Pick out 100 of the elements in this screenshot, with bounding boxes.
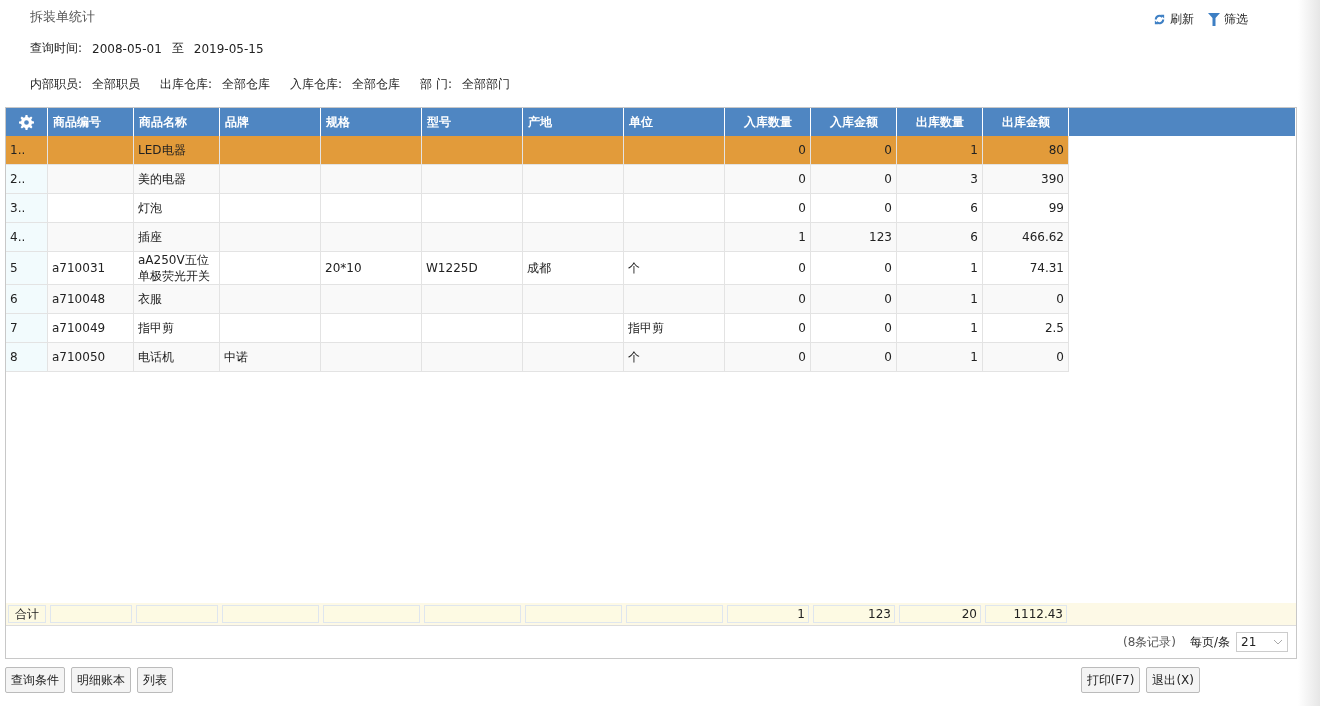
table-cell: 0 (725, 136, 811, 165)
column-header[interactable]: 出库金额 (983, 108, 1069, 136)
table-cell: 80 (983, 136, 1069, 165)
table-cell: 3 (897, 165, 983, 194)
date-from: 2008-05-01 (92, 41, 162, 56)
table-cell: 0 (725, 194, 811, 223)
row-number[interactable]: 7 (6, 314, 48, 344)
totals-label: 合计 (8, 605, 46, 623)
table-cell: a710048 (48, 285, 134, 315)
table-cell: aA250V五位单极荧光开关 (134, 252, 220, 286)
date-to: 2019-05-15 (193, 41, 264, 56)
totals-cell: 123 (813, 605, 895, 623)
totals-cell: 1 (727, 605, 809, 623)
query-time-label: 查询时间: (30, 40, 83, 57)
row-number[interactable]: 5 (6, 252, 48, 286)
table-cell: 插座 (134, 223, 220, 252)
table-cell: 0 (983, 285, 1069, 315)
column-header[interactable]: 出库数量 (897, 108, 983, 136)
row-number[interactable]: 3.. (6, 194, 48, 223)
column-header[interactable]: 单位 (624, 108, 725, 136)
row-number[interactable]: 2.. (6, 165, 48, 194)
column-header[interactable]: 商品名称 (134, 108, 220, 136)
table-cell: 0 (811, 343, 897, 373)
row-number[interactable]: 4.. (6, 223, 48, 252)
table-cell: 0 (725, 165, 811, 194)
table-cell: W1225D (422, 252, 523, 286)
per-page-label: 每页/条 (1189, 633, 1230, 651)
table-cell: 390 (983, 165, 1069, 194)
table-cell: a710049 (48, 314, 134, 344)
table-cell: 0 (811, 314, 897, 344)
filter-value: 全部职员 (92, 76, 141, 93)
column-header[interactable]: 入库金额 (811, 108, 897, 136)
table-cell: 个 (624, 252, 725, 286)
table-cell: 0 (811, 136, 897, 165)
action-button[interactable]: 打印(F7) (1080, 667, 1141, 693)
column-header[interactable]: 品牌 (220, 108, 321, 136)
filter-label: 内部职员: (30, 76, 83, 93)
table-cell: 指甲剪 (624, 314, 725, 344)
totals-cell: 1112.43 (985, 605, 1067, 623)
table-cell: 2.5 (983, 314, 1069, 344)
table-cell: 0 (725, 252, 811, 286)
filter-icon (1208, 12, 1220, 26)
table-cell: 20*10 (321, 252, 422, 286)
table-cell: a710050 (48, 343, 134, 373)
filter-value: 全部仓库 (352, 76, 401, 93)
table-cell: 1 (725, 223, 811, 252)
table-cell: 1 (897, 136, 983, 165)
column-header[interactable]: 商品编号 (48, 108, 134, 136)
table-cell: 6 (897, 194, 983, 223)
table-cell: 个 (624, 343, 725, 373)
column-header[interactable]: 规格 (321, 108, 422, 136)
table-cell: 1 (897, 343, 983, 373)
filter-value: 全部仓库 (222, 76, 271, 93)
table-cell: 0 (725, 314, 811, 344)
record-count: (8条记录) (1122, 633, 1176, 651)
table-cell: 指甲剪 (134, 314, 220, 344)
action-button[interactable]: 查询条件 (5, 667, 65, 693)
table-cell: 123 (811, 223, 897, 252)
table-cell: 0 (983, 343, 1069, 373)
table-cell: 0 (811, 165, 897, 194)
filter-value: 全部部门 (462, 76, 510, 93)
per-page-select[interactable]: 21 (1236, 632, 1288, 652)
row-number[interactable]: 8 (6, 343, 48, 373)
action-button[interactable]: 明细账本 (71, 667, 131, 693)
table-cell: 1 (897, 252, 983, 286)
table-cell: 0 (811, 285, 897, 315)
refresh-button[interactable]: 刷新 (1153, 10, 1194, 28)
table-cell: 0 (725, 285, 811, 315)
column-header[interactable]: 入库数量 (725, 108, 811, 136)
table-cell: 0 (811, 194, 897, 223)
column-header[interactable]: 产地 (523, 108, 624, 136)
row-number[interactable]: 1.. (6, 136, 48, 165)
table-cell: 1 (897, 285, 983, 315)
chevron-down-icon (1273, 639, 1283, 645)
table-cell: LED电器 (134, 136, 220, 165)
filter-label: 入库仓库: (290, 76, 343, 93)
action-button[interactable]: 退出(X) (1146, 667, 1200, 693)
action-button[interactable]: 列表 (137, 667, 173, 693)
settings-header[interactable] (6, 108, 48, 136)
table-cell: 电话机 (134, 343, 220, 373)
filter-label: 出库仓库: (160, 76, 213, 93)
table-cell: 0 (811, 252, 897, 286)
totals-cell: 20 (899, 605, 981, 623)
table-cell: 美的电器 (134, 165, 220, 194)
filter-label: 部 门: (420, 76, 452, 93)
date-separator: 至 (171, 40, 184, 57)
table-cell: 衣服 (134, 285, 220, 315)
table-cell: 中诺 (220, 343, 321, 373)
table-cell: 1 (897, 314, 983, 344)
table-cell: 6 (897, 223, 983, 252)
table-cell: 99 (983, 194, 1069, 223)
refresh-icon (1153, 12, 1166, 26)
column-header[interactable]: 型号 (422, 108, 523, 136)
table-cell: 灯泡 (134, 194, 220, 223)
table-cell: a710031 (48, 252, 134, 286)
filter-button[interactable]: 筛选 (1208, 10, 1248, 28)
table-cell: 466.62 (983, 223, 1069, 252)
settings-icon (19, 114, 34, 130)
table-cell: 0 (725, 343, 811, 373)
row-number[interactable]: 6 (6, 285, 48, 315)
